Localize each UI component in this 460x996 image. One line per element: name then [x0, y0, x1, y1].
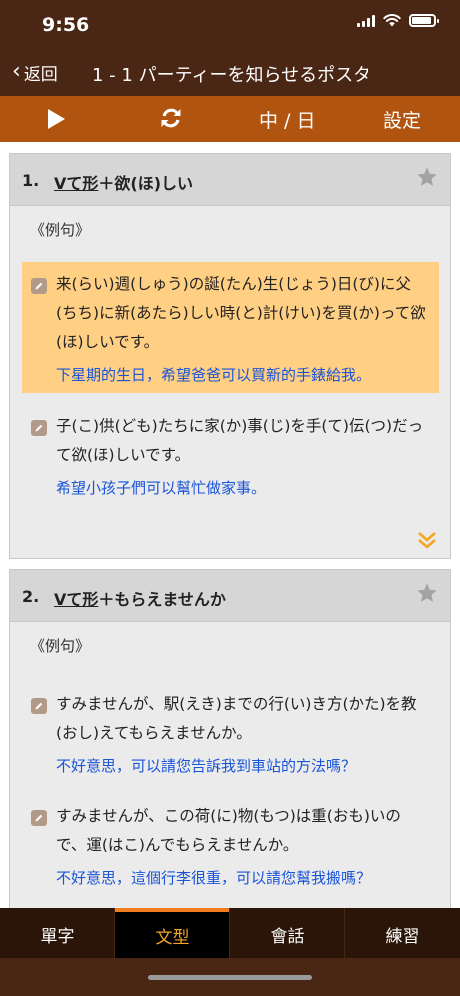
grammar-pattern: Vて形＋欲(ほ)しい — [54, 170, 193, 194]
grammar-card: 1. Vて形＋欲(ほ)しい 《例句》 来(らい)週(しゅう)の誕(たん)生(じょ… — [9, 153, 451, 559]
pencil-icon[interactable] — [31, 810, 47, 826]
page-title: 1 - 1 パーティーを知らせるポスター — [92, 65, 368, 86]
example-sentence[interactable]: すみませんが、この荷(に)物(もつ)は重(おも)いので、運(はこ)んでもらえませ… — [22, 794, 439, 898]
grammar-suffix: ＋欲(ほ)しい — [98, 174, 194, 193]
chinese-translation: 下星期的生日，希望爸爸可以買新的手錶給我。 — [56, 366, 372, 384]
japanese-text: すみませんが、この荷(に)物(もつ)は重(おも)いので、運(はこ)んでもらえませ… — [56, 807, 401, 854]
pencil-icon[interactable] — [31, 278, 47, 294]
wifi-icon — [383, 14, 401, 27]
pencil-icon[interactable] — [31, 420, 47, 436]
tab-divider — [344, 908, 345, 958]
status-icons — [357, 14, 439, 27]
chinese-translation: 不好意思，這個行李很重，可以請您幫我搬嗎？ — [56, 869, 372, 887]
example-sentence[interactable]: 来(らい)週(しゅう)の誕(たん)生(じょう)日(び)に父(ちち)に新(あたら)… — [22, 262, 439, 393]
grammar-suffix: ＋もらえませんか — [98, 590, 226, 609]
tab-practice[interactable]: 練習 — [345, 908, 460, 958]
grammar-card: 2. Vて形＋もらえませんか 《例句》 すみませんが、駅(えき)までの行(い)き… — [9, 569, 451, 908]
tab-divider — [229, 908, 230, 958]
examples-label: 《例句》 — [30, 221, 91, 239]
example-sentence[interactable]: 子(こ)供(ども)たちに家(か)事(じ)を手(て)伝(つ)だって欲(ほ)しいです… — [22, 404, 439, 508]
grammar-number: 1. — [22, 171, 40, 190]
settings-button[interactable]: 設定 — [383, 106, 421, 133]
japanese-text: 来(らい)週(しゅう)の誕(たん)生(じょう)日(び)に父(ちち)に新(あたら)… — [56, 275, 426, 351]
battery-icon — [409, 14, 439, 27]
examples-label: 《例句》 — [30, 637, 91, 655]
top-bar: 9:56 ‹ 返回 1 - 1 パーティーを知らせるポスター — [0, 0, 460, 96]
status-time: 9:56 — [42, 14, 90, 36]
grammar-card-header: 1. Vて形＋欲(ほ)しい — [10, 154, 450, 206]
grammar-list[interactable]: 1. Vて形＋欲(ほ)しい 《例句》 来(らい)週(しゅう)の誕(たん)生(じょ… — [0, 142, 460, 908]
play-icon[interactable] — [46, 108, 66, 130]
language-toggle[interactable]: 中 / 日 — [259, 106, 315, 133]
verb-form: Vて形 — [54, 590, 99, 609]
toolbar: 中 / 日 設定 — [0, 96, 460, 142]
tab-sentence-patterns[interactable]: 文型 — [115, 908, 230, 958]
chinese-translation: 希望小孩子們可以幫忙做家事。 — [56, 479, 267, 497]
tab-conversation[interactable]: 會話 — [230, 908, 345, 958]
grammar-pattern: Vて形＋もらえませんか — [54, 586, 226, 610]
japanese-text: 子(こ)供(ども)たちに家(か)事(じ)を手(て)伝(つ)だって欲(ほ)しいです… — [56, 417, 424, 464]
example-sentence[interactable]: すみませんが、駅(えき)までの行(い)き方(かた)を教(おし)えてもらえませんか… — [22, 682, 439, 786]
refresh-icon[interactable] — [159, 106, 183, 130]
star-icon[interactable] — [416, 582, 438, 604]
pencil-icon[interactable] — [31, 698, 47, 714]
cellular-signal-icon — [357, 14, 375, 27]
star-icon[interactable] — [416, 166, 438, 188]
tab-bar: 單字 文型 會話 練習 — [0, 908, 460, 996]
grammar-number: 2. — [22, 587, 40, 606]
chinese-translation: 不好意思，可以請您告訴我到車站的方法嗎？ — [56, 757, 357, 775]
verb-form: Vて形 — [54, 174, 99, 193]
grammar-card-header: 2. Vて形＋もらえませんか — [10, 570, 450, 622]
back-button[interactable]: ‹ 返回 — [12, 60, 58, 85]
tab-divider — [114, 908, 115, 958]
home-indicator — [148, 975, 312, 980]
chevron-left-icon: ‹ — [12, 58, 21, 84]
expand-more-icon[interactable] — [416, 530, 438, 550]
japanese-text: すみませんが、駅(えき)までの行(い)き方(かた)を教(おし)えてもらえませんか… — [56, 695, 417, 742]
back-label: 返回 — [23, 65, 58, 85]
tab-vocabulary[interactable]: 單字 — [0, 908, 115, 958]
